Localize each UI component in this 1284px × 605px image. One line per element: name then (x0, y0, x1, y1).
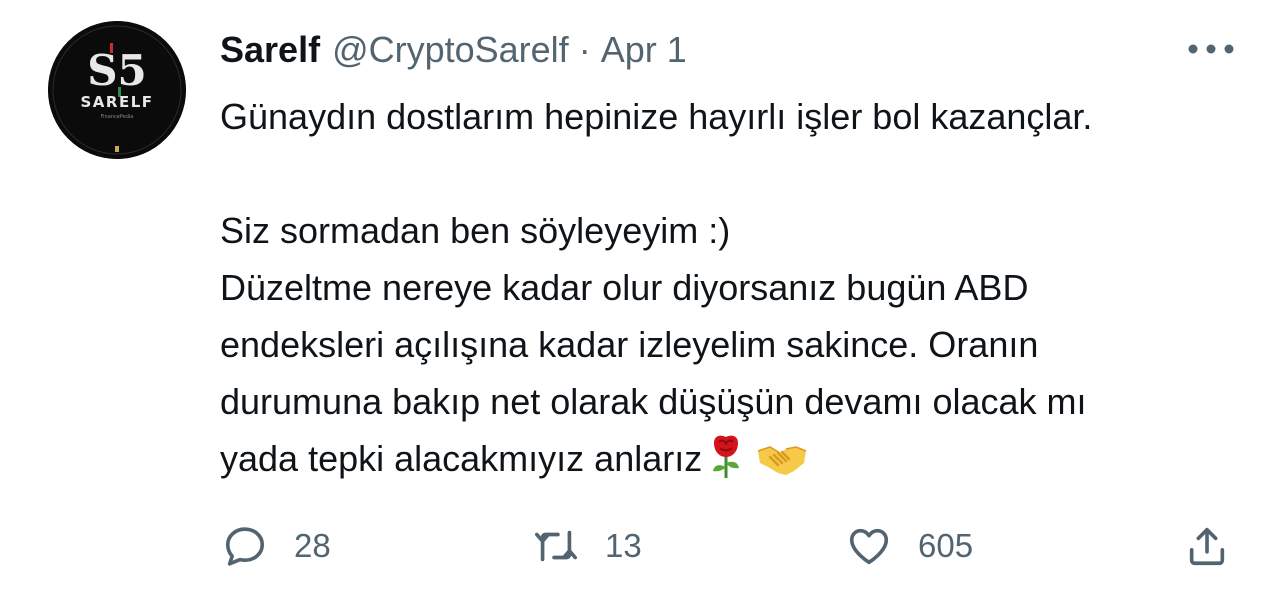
user-handle[interactable]: @CryptoSarelf (332, 26, 569, 74)
tweet[interactable]: S5 SARELF FinancePedia Sarelf @CryptoSar… (0, 0, 1284, 605)
like-count: 605 (918, 527, 974, 564)
tweet-line: Siz sormadan ben söyleyeyim :) (220, 210, 731, 251)
avatar-tagline: FinancePedia (101, 114, 134, 120)
retweet-icon (535, 530, 577, 562)
reply-count: 28 (294, 527, 331, 564)
handshake-emoji (756, 438, 808, 495)
tweet-line: Düzeltme nereye kadar olur diyorsanız bu… (220, 267, 1029, 308)
avatar-wordmark: SARELF (80, 93, 153, 111)
tweet-last-line: yada tepki alacakmıyız anlarız (220, 430, 1260, 495)
sarelf-logo-icon: S5 SARELF FinancePedia (48, 21, 186, 159)
retweet-button[interactable]: 13 (533, 516, 642, 576)
more-options-button[interactable] (1186, 32, 1236, 66)
avatar[interactable]: S5 SARELF FinancePedia (48, 21, 186, 159)
like-button[interactable]: 605 (846, 516, 973, 576)
tweet-line: endeksleri açılışına kadar izleyelim sak… (220, 324, 1039, 365)
reply-button[interactable]: 28 (222, 516, 331, 576)
display-name[interactable]: Sarelf (220, 26, 320, 74)
tweet-actions: 28 13 605 (0, 516, 1284, 576)
tweet-date[interactable]: Apr 1 (601, 26, 687, 74)
share-button[interactable] (1184, 516, 1230, 576)
heart-icon (849, 528, 889, 565)
rose-emoji (706, 433, 746, 495)
tweet-text: Günaydın dostlarım hepinize hayırlı işle… (220, 88, 1260, 495)
more-icon (1188, 44, 1234, 54)
avatar-monogram: S5 (87, 46, 147, 95)
separator-dot: · (578, 29, 591, 70)
retweet-count: 13 (605, 527, 642, 564)
share-icon (1189, 527, 1225, 566)
reply-icon (225, 527, 265, 566)
tweet-line: durumuna bakıp net olarak düşüşün devamı… (220, 381, 1087, 422)
tweet-line: Günaydın dostlarım hepinize hayırlı işle… (220, 96, 1093, 137)
tweet-line: yada tepki alacakmıyız anlarız (220, 438, 703, 479)
tweet-header: Sarelf @CryptoSarelf · Apr 1 (220, 26, 687, 74)
